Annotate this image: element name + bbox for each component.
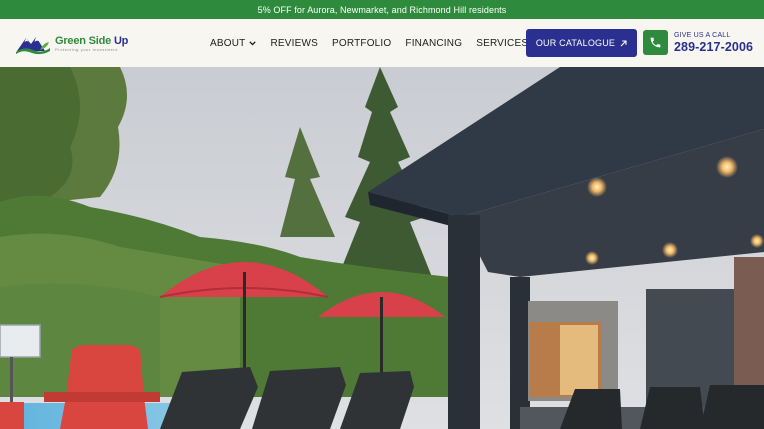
catalogue-button[interactable]: OUR CATALOGUE [526, 29, 637, 57]
arrow-up-right-icon [620, 39, 627, 46]
nav-item-label: REVIEWS [270, 37, 318, 49]
hero-image [0, 67, 764, 429]
nav-item-label: FINANCING [405, 37, 463, 49]
hero-backyard-photo [0, 67, 764, 429]
nav-item-label: ABOUT [210, 37, 246, 49]
nav-item-label: PORTFOLIO [331, 37, 392, 49]
phone-icon [650, 37, 661, 48]
phone-contact[interactable]: GIVE US A CALL 289-217-2006 [674, 31, 753, 54]
promo-text: 5% OFF for Aurora, Newmarket, and Richmo… [257, 4, 507, 15]
catalogue-button-label: OUR CATALOGUE [535, 38, 616, 48]
site-header: Green Side Up Protecting your investment… [0, 19, 764, 67]
nav-item-about[interactable]: ABOUT [210, 37, 257, 49]
logo-tagline: Protecting your investment [55, 46, 118, 52]
logo-text: Green Side Up Protecting your investment [55, 35, 128, 52]
nav-item-reviews[interactable]: REVIEWS [270, 38, 318, 49]
site-logo[interactable]: Green Side Up Protecting your investment [14, 30, 134, 56]
nav-item-portfolio[interactable]: PORTFOLIO [332, 38, 391, 49]
promo-banner: 5% OFF for Aurora, Newmarket, and Richmo… [0, 0, 764, 19]
logo-mountain-icon [16, 37, 50, 55]
main-nav: ABOUT REVIEWS PORTFOLIO FINANCING SERVIC… [210, 19, 564, 67]
nav-item-financing[interactable]: FINANCING [405, 38, 462, 49]
call-button[interactable] [643, 30, 668, 55]
chevron-down-icon [249, 40, 257, 46]
logo-name: Green Side Up [55, 34, 129, 47]
nav-item-label: SERVICES [476, 37, 529, 49]
phone-label: GIVE US A CALL [674, 32, 731, 39]
nav-item-services[interactable]: SERVICES [476, 38, 528, 49]
phone-number[interactable]: 289-217-2006 [674, 40, 753, 54]
